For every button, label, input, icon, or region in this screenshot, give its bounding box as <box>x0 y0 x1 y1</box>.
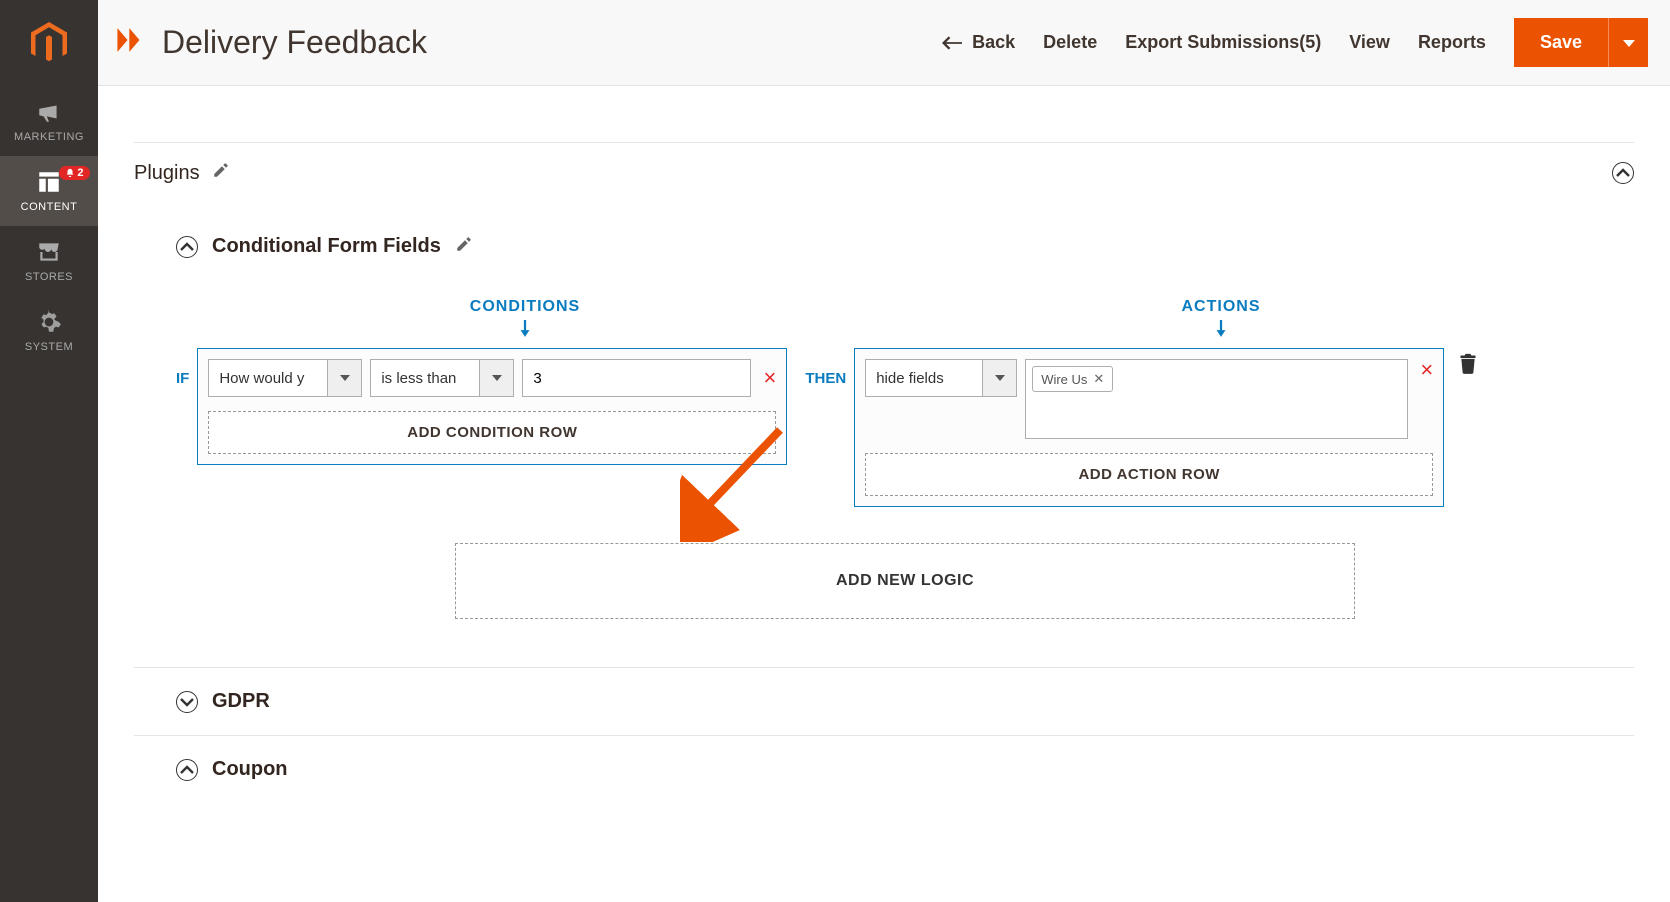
then-label: THEN <box>805 370 846 387</box>
expand-toggle[interactable] <box>176 691 198 713</box>
main-content: Plugins Conditional Form Fields CONDITIO… <box>98 86 1670 902</box>
plugins-title: Plugins <box>134 162 200 185</box>
magento-logo[interactable] <box>0 0 98 86</box>
save-button[interactable]: Save <box>1514 18 1608 67</box>
trash-icon <box>1458 352 1478 374</box>
conditions-panel: How would y is less than × ADD CONDITION… <box>197 348 787 465</box>
field-tag: Wire Us ✕ <box>1032 366 1113 392</box>
conditional-subsection-header[interactable]: Conditional Form Fields <box>176 235 1634 258</box>
condition-operator-select[interactable]: is less than <box>370 359 514 397</box>
sidebar-item-content[interactable]: CONTENT 2 <box>0 156 98 226</box>
chevron-down-icon[interactable] <box>983 359 1017 397</box>
conditional-title: Conditional Form Fields <box>212 235 441 258</box>
arrow-down-icon <box>518 320 532 338</box>
export-submissions-button[interactable]: Export Submissions(5) <box>1125 32 1321 53</box>
megaphone-icon <box>36 99 62 125</box>
notification-badge[interactable]: 2 <box>59 166 90 180</box>
remove-condition-button[interactable]: × <box>763 367 776 389</box>
delete-logic-button[interactable] <box>1458 352 1482 379</box>
top-bar: Delivery Feedback Back Delete Export Sub… <box>98 0 1670 86</box>
sidebar-item-system[interactable]: SYSTEM <box>0 296 98 366</box>
arrow-down-icon <box>1214 320 1228 338</box>
delete-button[interactable]: Delete <box>1043 32 1097 53</box>
accordion-gdpr[interactable]: GDPR <box>134 668 1634 736</box>
chevron-down-icon[interactable] <box>328 359 362 397</box>
condition-field-select[interactable]: How would y <box>208 359 362 397</box>
sidebar-item-label: SYSTEM <box>25 341 73 353</box>
remove-tag-button[interactable]: ✕ <box>1093 371 1104 387</box>
reports-button[interactable]: Reports <box>1418 32 1486 53</box>
add-condition-row-button[interactable]: ADD CONDITION ROW <box>208 411 776 454</box>
action-fields-input[interactable]: Wire Us ✕ <box>1025 359 1408 439</box>
accordion-title: Coupon <box>212 758 288 781</box>
triangle-down-icon <box>1623 37 1635 49</box>
save-dropdown-toggle[interactable] <box>1608 18 1648 67</box>
remove-action-button[interactable]: × <box>1420 359 1433 381</box>
sidebar-item-label: MARKETING <box>14 131 84 143</box>
pencil-icon[interactable] <box>455 235 473 258</box>
arrow-left-icon <box>942 36 962 50</box>
module-icon <box>114 23 148 62</box>
store-icon <box>36 239 62 265</box>
admin-sidebar: MARKETING CONTENT 2 STORES SYSTEM <box>0 0 98 902</box>
actions-panel: hide fields Wire Us ✕ × ADD ACTION ROW <box>854 348 1444 507</box>
accordion-title: GDPR <box>212 690 270 713</box>
collapse-toggle[interactable] <box>176 236 198 258</box>
sidebar-item-label: STORES <box>25 271 73 283</box>
actions-column-label: ACTIONS <box>926 298 1516 338</box>
sidebar-item-marketing[interactable]: MARKETING <box>0 86 98 156</box>
condition-value-input[interactable] <box>522 359 751 397</box>
sidebar-item-label: CONTENT <box>21 201 78 213</box>
add-action-row-button[interactable]: ADD ACTION ROW <box>865 453 1433 496</box>
action-type-select[interactable]: hide fields <box>865 359 1017 397</box>
page-title: Delivery Feedback <box>162 24 427 61</box>
back-button[interactable]: Back <box>942 32 1015 53</box>
collapse-toggle[interactable] <box>1612 162 1634 184</box>
collapse-toggle[interactable] <box>176 759 198 781</box>
sidebar-item-stores[interactable]: STORES <box>0 226 98 296</box>
if-label: IF <box>176 370 189 387</box>
gear-icon <box>36 309 62 335</box>
add-new-logic-button[interactable]: ADD NEW LOGIC <box>455 543 1355 619</box>
chevron-down-icon[interactable] <box>480 359 514 397</box>
accordion-coupon[interactable]: Coupon <box>134 736 1634 803</box>
plugins-section-header[interactable]: Plugins <box>134 142 1634 203</box>
layout-icon <box>36 169 62 195</box>
conditions-column-label: CONDITIONS <box>230 298 820 338</box>
pencil-icon[interactable] <box>212 161 230 185</box>
view-button[interactable]: View <box>1349 32 1390 53</box>
